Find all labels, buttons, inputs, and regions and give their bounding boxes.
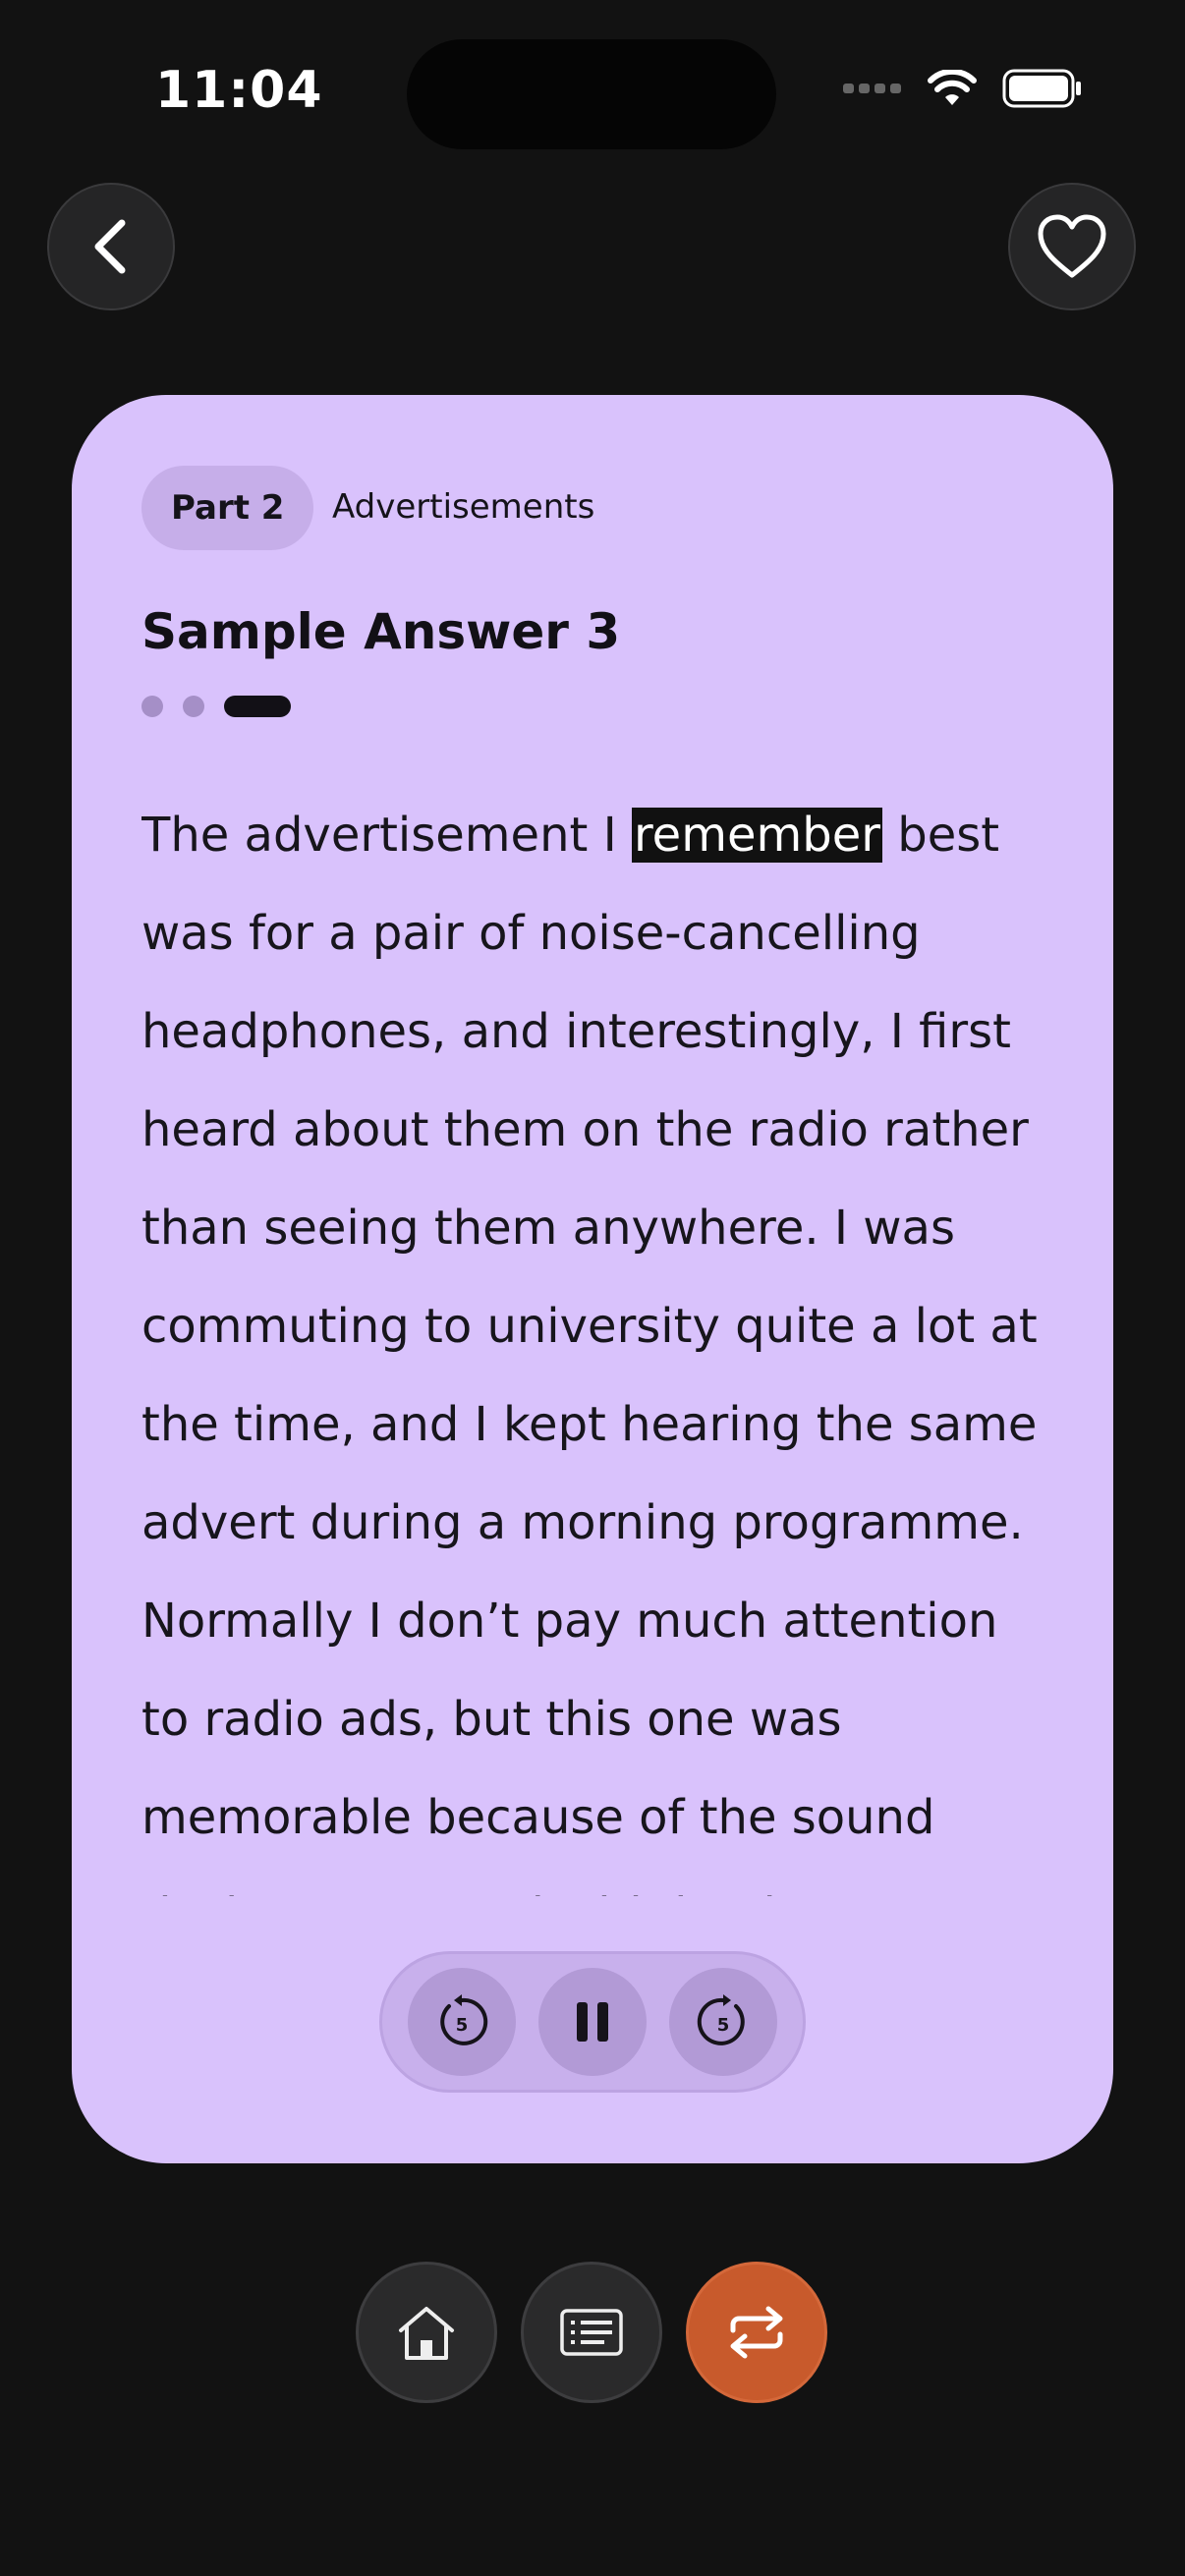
- page-dot[interactable]: [141, 696, 163, 717]
- rewind-seconds: 5: [455, 2015, 468, 2036]
- signal-icon: [843, 84, 901, 93]
- battery-icon: [1002, 69, 1081, 108]
- forward-seconds: 5: [717, 2015, 730, 2036]
- rewind-5-icon: 5: [439, 1994, 487, 2045]
- page-indicator[interactable]: [141, 696, 291, 717]
- part-tag: Part 2: [141, 466, 314, 550]
- answer-text-scroll[interactable]: The advertisement I remember best was fo…: [141, 786, 1045, 1896]
- audio-player-controls: 5 5: [379, 1951, 806, 2093]
- answer-title: Sample Answer 3: [141, 603, 621, 660]
- bottom-nav: [356, 2262, 827, 2403]
- back-arrow-icon: [94, 219, 126, 274]
- home-icon: [399, 2307, 454, 2360]
- back-button[interactable]: [47, 183, 175, 310]
- pause-button[interactable]: [537, 1968, 647, 2076]
- wifi-icon: [928, 70, 977, 105]
- forward-button[interactable]: 5: [669, 1968, 778, 2076]
- list-button[interactable]: [521, 2262, 662, 2403]
- rewind-button[interactable]: 5: [407, 1968, 516, 2076]
- answer-text-before: The advertisement I: [141, 808, 632, 863]
- topic-label: Advertisements: [332, 487, 595, 527]
- dynamic-island: [407, 39, 776, 149]
- forward-5-icon: 5: [698, 1994, 746, 2045]
- answer-text-after: best was for a pair of noise-cancelling …: [141, 808, 1038, 1896]
- page-dot[interactable]: [183, 696, 204, 717]
- status-icons: [843, 69, 1083, 108]
- repeat-button[interactable]: [686, 2262, 827, 2403]
- page-dot-active[interactable]: [224, 696, 291, 717]
- highlighted-word[interactable]: remember: [631, 808, 882, 863]
- favorite-button[interactable]: [1008, 183, 1136, 310]
- home-button[interactable]: [356, 2262, 497, 2403]
- repeat-icon: [730, 2306, 783, 2359]
- answer-text: The advertisement I remember best was fo…: [141, 786, 1045, 1896]
- status-time: 11:04: [155, 61, 323, 120]
- pause-icon: [576, 2002, 608, 2042]
- list-icon: [560, 2309, 623, 2356]
- heart-icon: [1038, 214, 1106, 278]
